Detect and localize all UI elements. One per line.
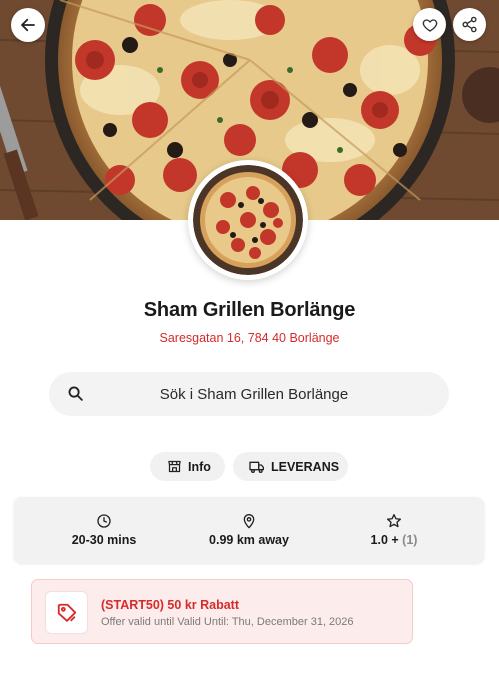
rating-count: (1)	[402, 533, 418, 547]
clock-icon	[97, 514, 111, 528]
delivery-button[interactable]: LEVERANS	[233, 452, 348, 481]
restaurant-stats: 20-30 mins 0.99 km away 1.0 + (1)	[14, 497, 484, 563]
heart-icon	[422, 18, 437, 32]
search-placeholder: Sök i Sham Grillen Borlänge	[159, 385, 349, 403]
info-label: Info	[188, 459, 211, 474]
offer-validity: Offer valid until Valid Until: Thu, Dece…	[101, 616, 354, 628]
delivery-time: 20-30 mins	[71, 533, 137, 547]
truck-icon	[249, 461, 264, 473]
rating: 1.0 + (1)	[316, 533, 472, 547]
star-icon	[387, 514, 401, 528]
store-icon	[168, 460, 181, 473]
offer-icon-box	[45, 591, 88, 634]
restaurant-address: Saresgatan 16, 784 40 Borlänge	[159, 331, 340, 345]
offer-title: (START50) 50 kr Rabatt	[101, 598, 239, 612]
distance-stat: 0.99 km away	[171, 497, 327, 563]
menu-search-input[interactable]: Sök i Sham Grillen Borlänge	[49, 372, 449, 416]
share-icon	[462, 16, 477, 33]
arrow-left-icon	[21, 18, 35, 32]
restaurant-logo	[188, 160, 308, 280]
delivery-label: LEVERANS	[271, 459, 340, 474]
delivery-time-stat: 20-30 mins	[26, 497, 182, 563]
discount-tag-icon	[57, 603, 76, 622]
info-button[interactable]: Info	[150, 452, 225, 481]
rating-value: 1.0 +	[370, 533, 399, 547]
location-pin-icon	[243, 514, 255, 529]
share-button[interactable]	[453, 8, 486, 41]
distance: 0.99 km away	[209, 533, 289, 547]
restaurant-name: Sham Grillen Borlänge	[143, 299, 356, 321]
offer-card[interactable]: (START50) 50 kr Rabatt Offer valid until…	[31, 579, 413, 644]
back-button[interactable]	[11, 8, 45, 42]
search-icon	[68, 386, 83, 401]
favorite-button[interactable]	[413, 8, 446, 41]
rating-stat: 1.0 + (1)	[316, 497, 472, 563]
